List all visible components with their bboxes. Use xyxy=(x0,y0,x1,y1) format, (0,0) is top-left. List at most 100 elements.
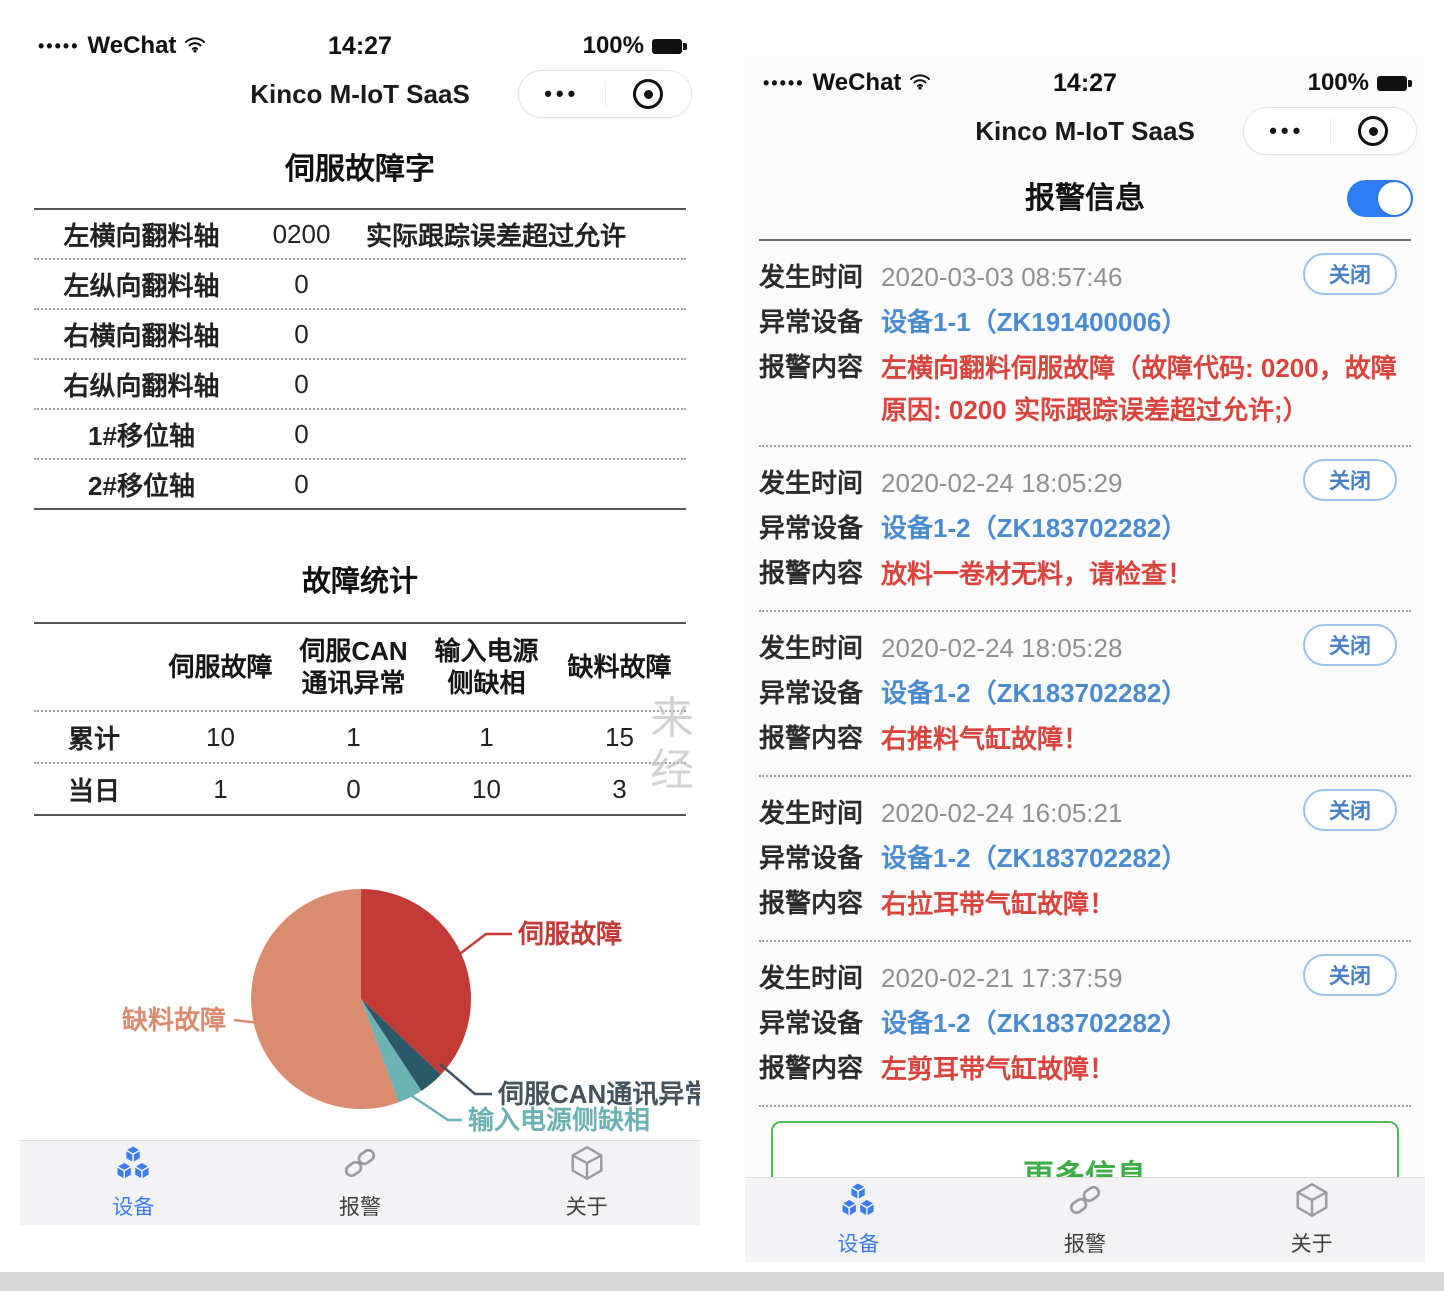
wechat-capsule[interactable]: ••• xyxy=(518,70,692,118)
pie-label-leader xyxy=(440,1064,492,1094)
wifi-icon xyxy=(184,32,206,60)
content-field-label: 报警内容 xyxy=(759,1046,881,1091)
menu-dots-icon[interactable]: ••• xyxy=(1244,111,1330,151)
content-field-label: 报警内容 xyxy=(759,716,881,761)
fault-code: 0 xyxy=(249,469,354,500)
alarm-time: 2020-03-03 08:57:46 xyxy=(881,255,1122,300)
tab-bar: 设备报警关于 xyxy=(20,1140,700,1225)
alarm-device-link[interactable]: 设备1-2（ZK183702282） xyxy=(881,671,1187,716)
tab-label: 报警 xyxy=(1064,1228,1106,1258)
page-title: 报警信息 xyxy=(745,177,1425,221)
tab-item-about[interactable]: 关于 xyxy=(473,1141,700,1225)
axis-name: 左横向翻料轴 xyxy=(34,216,249,253)
axis-name: 1#移位轴 xyxy=(34,416,249,453)
stats-data-row: 当日10103 xyxy=(34,764,686,814)
wifi-icon xyxy=(909,69,931,97)
alarm-entry: 发生时间2020-03-03 08:57:46异常设备设备1-1（ZK19140… xyxy=(759,241,1411,447)
time-field-label: 发生时间 xyxy=(759,956,881,1001)
signal-strength-icon: ••••• xyxy=(38,36,80,57)
menu-dots-icon[interactable]: ••• xyxy=(519,74,605,114)
close-alarm-button[interactable]: 关闭 xyxy=(1303,789,1397,831)
wechat-capsule[interactable]: ••• xyxy=(1243,107,1417,155)
signal-strength-icon: ••••• xyxy=(763,73,805,94)
tab-item-alarm[interactable]: 报警 xyxy=(972,1178,1199,1262)
alarm-entry: 发生时间2020-02-24 16:05:21异常设备设备1-2（ZK18370… xyxy=(759,777,1411,942)
fault-code: 0200 xyxy=(249,219,354,250)
servo-fault-table: 左横向翻料轴0200实际跟踪误差超过允许左纵向翻料轴0右横向翻料轴0右纵向翻料轴… xyxy=(34,208,686,510)
content-field-label: 报警内容 xyxy=(759,551,881,596)
carrier-label: WeChat xyxy=(88,32,177,60)
stats-value: 10 xyxy=(420,774,553,805)
clock-label: 14:27 xyxy=(258,32,462,61)
device-field-label: 异常设备 xyxy=(759,506,881,551)
alarm-time: 2020-02-24 18:05:28 xyxy=(881,626,1122,671)
stats-title: 故障统计 xyxy=(20,558,700,600)
content-field-label: 报警内容 xyxy=(759,345,881,431)
close-alarm-button[interactable]: 关闭 xyxy=(1303,954,1397,996)
close-alarm-button[interactable]: 关闭 xyxy=(1303,459,1397,501)
axis-name: 右纵向翻料轴 xyxy=(34,366,249,403)
servo-table-row: 右纵向翻料轴0 xyxy=(34,360,686,410)
page-title: 伺服故障字 xyxy=(20,144,700,188)
battery-percent-label: 100% xyxy=(583,32,644,60)
alarm-device-link[interactable]: 设备1-2（ZK183702282） xyxy=(881,1001,1187,1046)
alarm-device-link[interactable]: 设备1-2（ZK183702282） xyxy=(881,506,1187,551)
time-field-label: 发生时间 xyxy=(759,255,881,300)
tab-item-devices[interactable]: 设备 xyxy=(745,1178,972,1262)
alarm-content: 左剪耳带气缸故障！ xyxy=(881,1046,1411,1091)
devices-icon xyxy=(114,1145,152,1186)
alarm-time: 2020-02-24 18:05:29 xyxy=(881,461,1122,506)
close-alarm-button[interactable]: 关闭 xyxy=(1303,253,1397,295)
close-minip-icon[interactable] xyxy=(606,79,692,109)
alarm-list-screen: ••••• WeChat 14:27 100% Kinco M-IoT SaaS… xyxy=(745,55,1425,1262)
device-field-label: 异常设备 xyxy=(759,671,881,716)
pie-slice-label: 缺料故障 xyxy=(122,1005,226,1035)
tab-label: 关于 xyxy=(566,1191,608,1221)
tab-label: 关于 xyxy=(1291,1228,1333,1258)
page-bottom-strip xyxy=(0,1272,1444,1291)
fault-desc: 实际跟踪误差超过允许 xyxy=(354,216,686,253)
alarm-content: 右拉耳带气缸故障！ xyxy=(881,881,1411,926)
fault-code: 0 xyxy=(249,419,354,450)
device-field-label: 异常设备 xyxy=(759,300,881,345)
stats-value: 10 xyxy=(154,722,287,753)
fault-pie-chart: 伺服故障伺服CAN通讯异常输入电源侧缺相缺料故障 xyxy=(20,872,700,1159)
device-field-label: 异常设备 xyxy=(759,1001,881,1046)
status-bar: ••••• WeChat 14:27 100% xyxy=(745,55,1425,99)
nav-bar: Kinco M-IoT SaaS ••• xyxy=(745,107,1425,155)
tab-bar: 设备报警 关于 xyxy=(745,1177,1425,1262)
stats-value: 0 xyxy=(287,774,420,805)
stats-data-row: 累计101115 xyxy=(34,712,686,764)
fault-code: 0 xyxy=(249,269,354,300)
carrier-label: WeChat xyxy=(813,69,902,97)
fault-stats-table: 伺服故障伺服CAN通讯异常输入电源侧缺相缺料故障累计101115当日10103 xyxy=(34,622,686,816)
tab-item-alarm[interactable]: 报警 xyxy=(247,1141,474,1225)
tab-item-devices[interactable]: 设备 xyxy=(20,1141,247,1225)
time-field-label: 发生时间 xyxy=(759,626,881,671)
axis-name: 左纵向翻料轴 xyxy=(34,266,249,303)
stats-column-header: 缺料故障 xyxy=(553,645,686,690)
alarm-entry: 发生时间2020-02-24 18:05:28异常设备设备1-2（ZK18370… xyxy=(759,612,1411,777)
about-icon xyxy=(569,1145,605,1186)
alarm-content: 左横向翻料伺服故障（故障代码: 0200，故障原因: 0200 实际跟踪误差超过… xyxy=(881,345,1411,431)
close-alarm-button[interactable]: 关闭 xyxy=(1303,624,1397,666)
pie-label-leader xyxy=(457,934,512,956)
alarm-entry: 发生时间2020-02-24 18:05:29异常设备设备1-2（ZK18370… xyxy=(759,447,1411,612)
time-field-label: 发生时间 xyxy=(759,791,881,836)
content-field-label: 报警内容 xyxy=(759,881,881,926)
close-minip-icon[interactable] xyxy=(1331,116,1417,146)
stats-column-header: 伺服故障 xyxy=(154,645,287,690)
stats-value: 1 xyxy=(420,722,553,753)
alarm-toggle[interactable] xyxy=(1347,180,1413,217)
nav-bar: Kinco M-IoT SaaS ••• xyxy=(20,70,700,118)
alarm-device-link[interactable]: 设备1-1（ZK191400006） xyxy=(881,300,1187,345)
servo-table-row: 右横向翻料轴0 xyxy=(34,310,686,360)
fault-code: 0 xyxy=(249,319,354,350)
device-field-label: 异常设备 xyxy=(759,836,881,881)
alarm-list: 发生时间2020-03-03 08:57:46异常设备设备1-1（ZK19140… xyxy=(759,241,1411,1107)
alarm-device-link[interactable]: 设备1-2（ZK183702282） xyxy=(881,836,1187,881)
axis-name: 右横向翻料轴 xyxy=(34,316,249,353)
tab-item-about[interactable]: 关于 xyxy=(1198,1178,1425,1262)
watermark: 来 经 xyxy=(650,693,760,797)
servo-table-row: 左横向翻料轴0200实际跟踪误差超过允许 xyxy=(34,210,686,260)
